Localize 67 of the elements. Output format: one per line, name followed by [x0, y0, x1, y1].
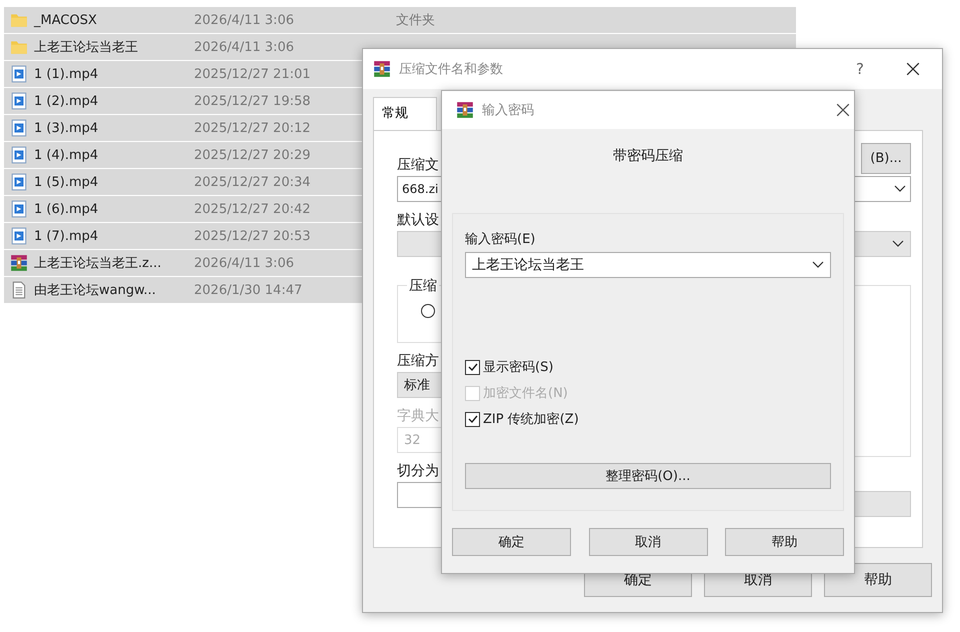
file-date: 2026/4/11 3:06 [194, 12, 295, 28]
dialog-button[interactable]: 帮助 [725, 528, 844, 556]
close-icon[interactable] [906, 62, 920, 76]
dialog-button[interactable]: 确定 [452, 528, 571, 556]
file-name: _MACOSX [34, 12, 98, 28]
text-file-icon [10, 281, 28, 299]
file-name: 1 (5).mp4 [34, 174, 100, 190]
radio-button[interactable] [421, 304, 435, 318]
dialog-button[interactable]: 取消 [588, 528, 708, 556]
chevron-down-icon [812, 261, 824, 269]
file-date: 2026/1/30 14:47 [194, 282, 304, 298]
field-label: 字典大 [397, 407, 440, 425]
close-icon[interactable] [836, 103, 850, 117]
window-title: 压缩文件名和参数 [399, 61, 504, 78]
checkbox-label: 加密文件名(N) [483, 385, 568, 402]
checkmark-icon [466, 361, 478, 373]
group-label: 压缩 [407, 277, 439, 295]
file-date: 2026/4/11 3:06 [194, 40, 295, 54]
manage-passwords-button[interactable]: 整理密码(O)... [465, 463, 831, 489]
file-date: 2025/12/27 20:12 [194, 120, 312, 136]
chevron-down-icon [894, 185, 906, 193]
video-file-icon [10, 65, 28, 83]
file-date: 2025/12/27 20:42 [194, 202, 312, 216]
archive-icon [456, 101, 474, 119]
file-date: 2025/12/27 20:29 [194, 148, 312, 162]
field-label: 压缩文 [397, 156, 439, 174]
browse-button[interactable]: (B)... [861, 143, 911, 174]
file-name: 1 (2).mp4 [34, 94, 100, 108]
video-file-icon [10, 119, 28, 137]
video-file-icon [10, 173, 28, 191]
checkbox[interactable] [465, 360, 480, 374]
file-date: 2025/12/27 20:53 [194, 228, 312, 244]
video-file-icon [10, 146, 28, 164]
video-file-icon [10, 200, 28, 218]
file-row[interactable]: _MACOSX 2026/4/11 3:06 文件夹 [4, 7, 796, 34]
file-type: 文件夹 [396, 12, 435, 29]
field-label: 压缩方 [397, 352, 440, 370]
password-field[interactable]: 上老王论坛当老王 [465, 252, 831, 278]
checkbox-label: 显示密码(S) [483, 359, 554, 376]
help-button[interactable]: ? [856, 60, 864, 78]
field-label: 切分为 [397, 462, 440, 480]
video-file-icon [10, 92, 28, 110]
file-name: 1 (6).mp4 [34, 202, 100, 216]
file-name: 上老王论坛当老王 [34, 39, 139, 56]
field-label: 默认设 [397, 211, 440, 229]
video-file-icon [10, 227, 28, 245]
file-name: 1 (1).mp4 [34, 66, 100, 82]
field-label: 输入密码(E) [465, 231, 536, 248]
file-date: 2025/12/27 21:01 [194, 66, 312, 82]
file-name: 上老王论坛当老王.z... [34, 255, 162, 272]
file-date: 2025/12/27 20:34 [194, 174, 312, 190]
file-date: 2025/12/27 19:58 [194, 94, 312, 108]
chevron-down-icon [892, 240, 904, 248]
file-name: 1 (4).mp4 [34, 148, 100, 162]
file-name: 1 (3).mp4 [34, 120, 100, 136]
checkbox[interactable] [465, 412, 480, 426]
checkmark-icon [466, 413, 478, 425]
file-date: 2026/4/11 3:06 [194, 256, 295, 270]
archive-icon [10, 254, 28, 272]
dialog-button[interactable]: 帮助 [824, 563, 932, 597]
window-title: 输入密码 [482, 102, 535, 119]
archive-icon [373, 60, 391, 78]
dialog-heading: 带密码压缩 [612, 147, 684, 165]
tab[interactable]: 常规 [373, 97, 437, 130]
file-name: 1 (7).mp4 [34, 228, 100, 244]
file-name: 由老王论坛wangw... [34, 282, 157, 299]
checkbox-label: ZIP 传统加密(Z) [483, 411, 579, 428]
